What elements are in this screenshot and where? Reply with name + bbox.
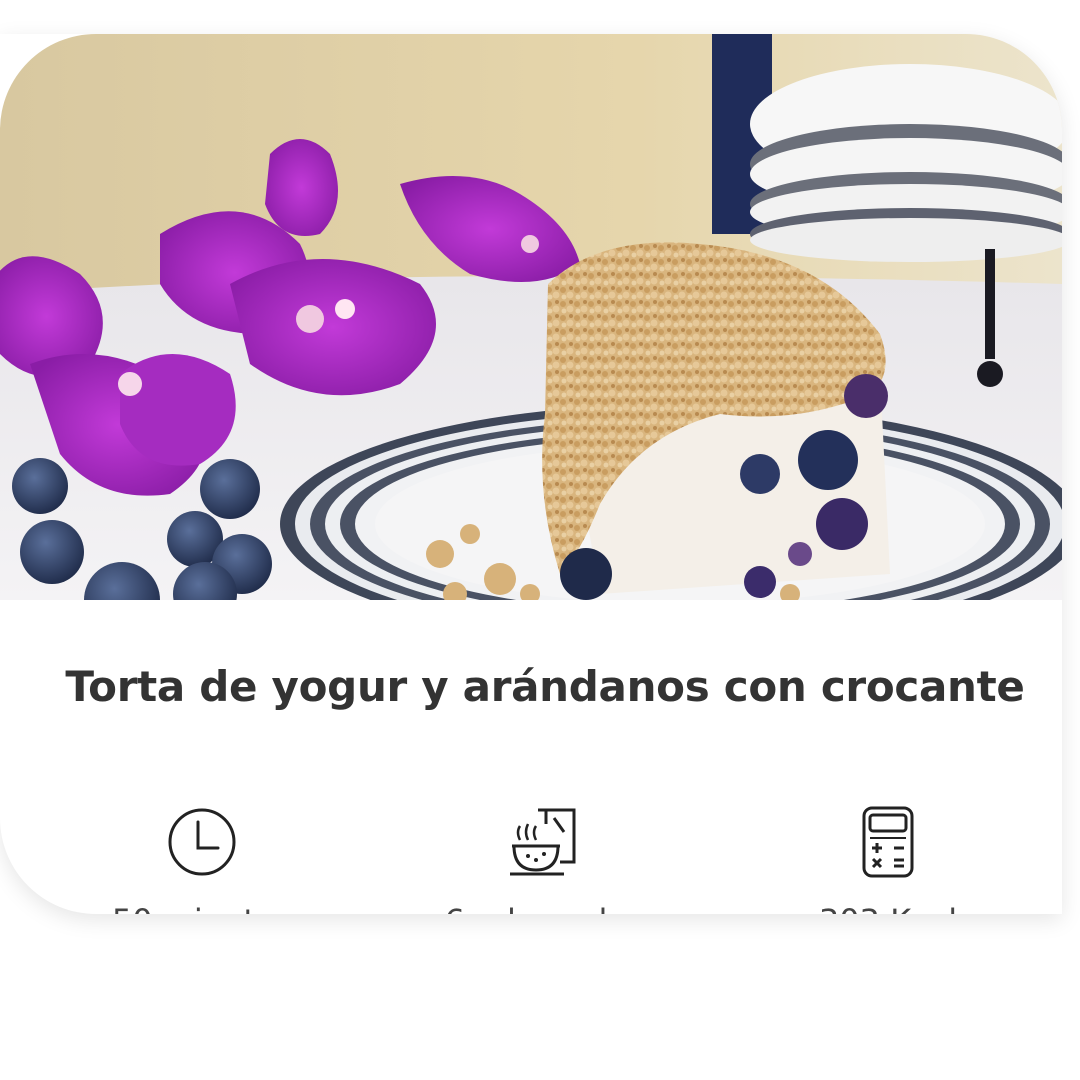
servings-label: 6 rebanadas (394, 902, 694, 914)
recipe-card[interactable]: Torta de yogur y arándanos con crocante … (0, 34, 1062, 914)
recipe-photo[interactable] (0, 34, 1062, 600)
stat-calories: 303 Kcal (738, 804, 1038, 914)
stat-servings: 6 rebanadas (394, 804, 694, 914)
stat-time: 50 minutos (52, 804, 352, 914)
time-label: 50 minutos (52, 902, 352, 914)
calories-label: 303 Kcal (738, 902, 1038, 914)
clock-icon (168, 808, 236, 876)
recipe-title: Torta de yogur y arándanos con crocante (65, 662, 1025, 711)
calculator-icon (862, 806, 914, 878)
bowl-icon (510, 808, 576, 876)
